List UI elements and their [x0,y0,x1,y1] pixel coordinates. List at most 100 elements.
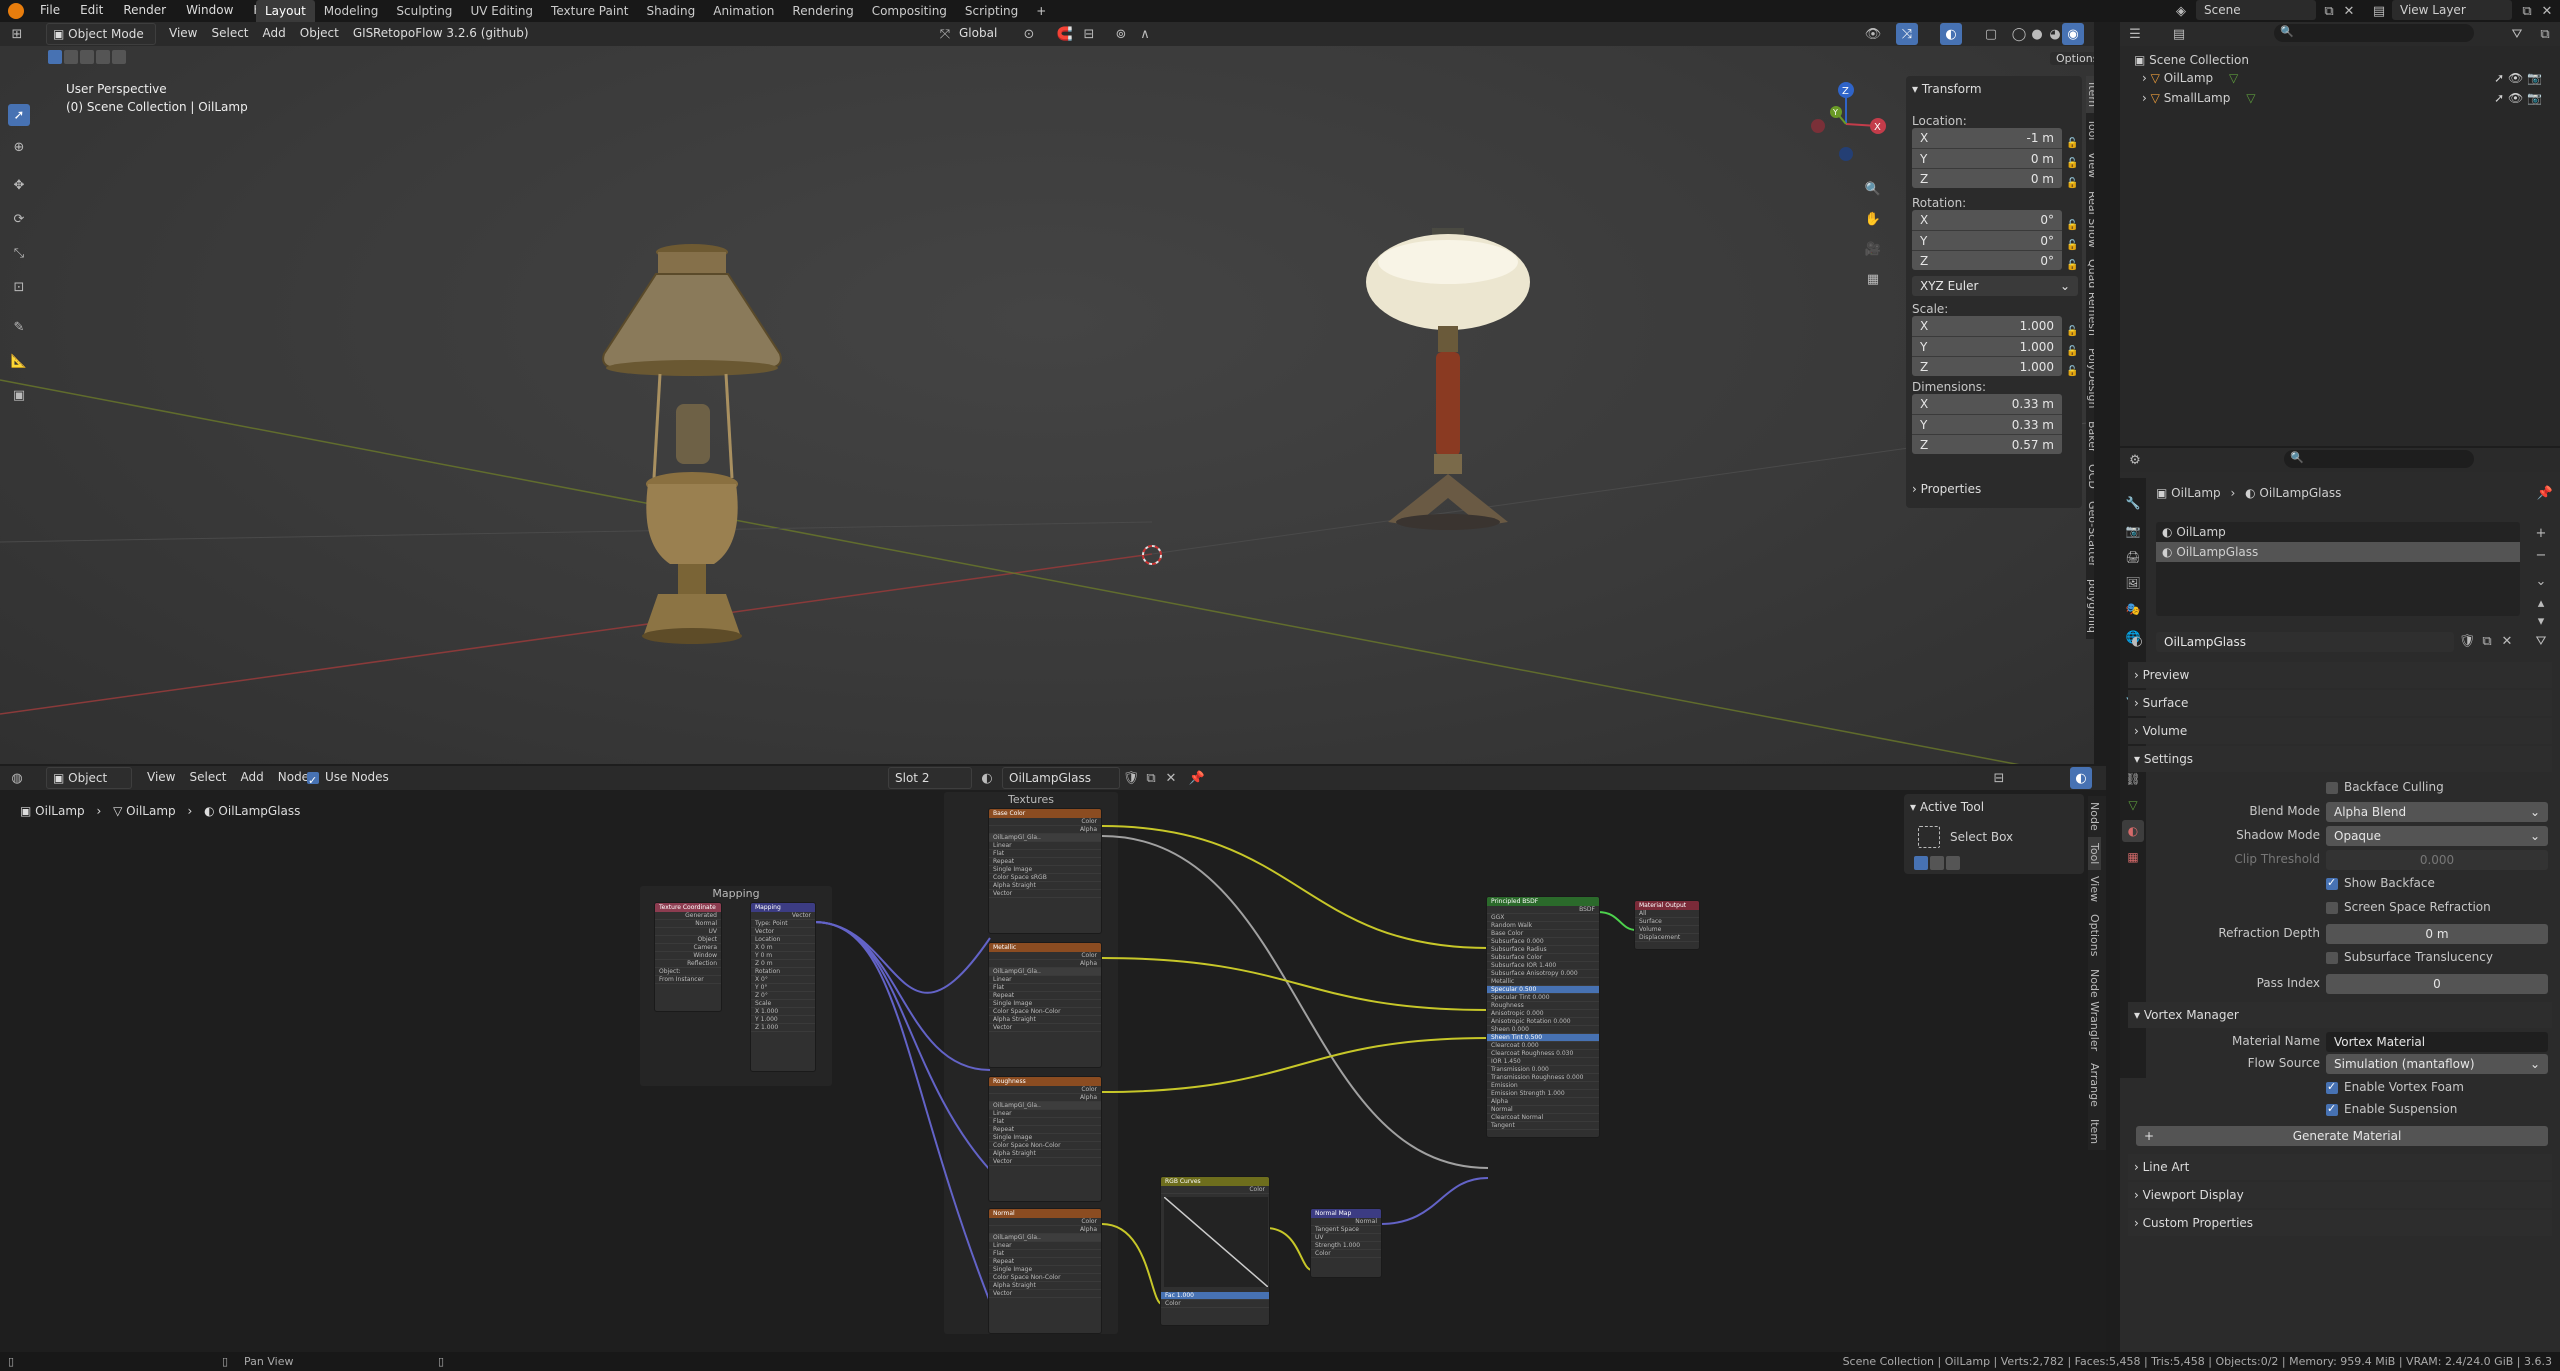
add-workspace-button[interactable]: + [1027,0,1055,22]
rotation-z-field[interactable]: Z 0° [1912,250,2062,270]
menu-file[interactable]: File [30,0,70,20]
image-texture-node-normal[interactable]: Normal Color Alpha OilLampGl_Gla.. Linea… [988,1208,1102,1334]
image-texture-node-base-color[interactable]: Base Color Color Alpha OilLampGl_Gla.. L… [988,808,1102,934]
line-art-section[interactable]: › Line Art [2128,1154,2552,1180]
mapping-node[interactable]: Mapping Vector Type: Point Vector Locati… [750,902,816,1072]
render-tab-icon[interactable]: 📷 [2122,520,2144,542]
lock-icon[interactable]: 🔓 [2066,154,2078,174]
active-tool-header[interactable]: ▾ Active Tool [1904,794,2084,820]
custom-properties-section[interactable]: › Custom Properties [2128,1210,2552,1236]
annotate-tool-icon[interactable]: ✎ [8,316,30,338]
side-tab-node-wrangler[interactable]: Node Wrangler [2088,963,2101,1057]
tab-texture-paint[interactable]: Texture Paint [542,0,637,22]
move-down-icon[interactable]: ▾ [2530,610,2552,632]
remove-slot-icon[interactable]: − [2530,544,2552,566]
material-slot-item[interactable]: ◐ OilLamp [2156,522,2520,542]
side-tab-item[interactable]: Item [2086,76,2094,114]
select-box-tool-icon[interactable]: ➚ [8,104,30,126]
view-layer-selector[interactable]: View Layer [2392,0,2512,20]
menu-window[interactable]: Window [176,0,243,20]
dimensions-x-field[interactable]: X 0.33 m [1912,394,2062,414]
view-layer-tab-icon[interactable]: 🖼 [2122,572,2144,594]
location-z-field[interactable]: Z 0 m [1912,168,2062,188]
side-tab-item[interactable]: Item [2088,1113,2101,1150]
lock-icon[interactable]: 🔓 [2066,256,2078,276]
rotate-tool-icon[interactable]: ⟳ [8,208,30,230]
backface-culling-checkbox[interactable]: Backface Culling [2326,780,2444,794]
fake-user-icon[interactable]: 🛡 [2456,630,2478,652]
refraction-depth-field[interactable]: 0 m [2326,924,2548,944]
tab-scripting[interactable]: Scripting [956,0,1027,22]
outliner-type-icon[interactable]: ☰ [2124,23,2146,45]
side-tab-ocd[interactable]: OCD [2086,458,2094,495]
delete-scene-icon[interactable]: ✕ [2338,0,2360,22]
transform-tool-icon[interactable]: ⊡ [8,276,30,298]
side-tab-arrange[interactable]: Arrange [2088,1057,2101,1113]
filter-icon[interactable]: ⛛ [2506,23,2528,45]
menu-render[interactable]: Render [113,0,176,20]
unlink-material-icon[interactable]: ✕ [2496,630,2518,652]
image-texture-node-roughness[interactable]: Roughness Color Alpha OilLampGl_Gla.. Li… [988,1076,1102,1202]
side-tab-geo-scatter[interactable]: Geo-Scatter [2086,495,2094,573]
rgb-curves-node[interactable]: RGB Curves Color Fac 1.000 Color [1160,1176,1270,1326]
side-tab-view[interactable]: View [2086,146,2094,184]
select-subtract-icon[interactable] [1946,856,1960,870]
side-tab-polydesign[interactable]: PolyDesign [2086,342,2094,415]
ortho-grid-icon[interactable]: ▦ [1862,268,1884,290]
scale-y-field[interactable]: Y 1.000 [1912,336,2062,356]
scale-tool-icon[interactable]: ⤡ [8,242,30,264]
zoom-icon[interactable]: 🔍 [1862,178,1884,200]
subsurface-translucency-checkbox[interactable]: Subsurface Translucency [2326,950,2493,964]
preview-section[interactable]: › Preview [2128,662,2552,688]
texture-coordinate-node[interactable]: Texture Coordinate Generated Normal UV O… [654,902,722,1012]
enable-vortex-foam-checkbox[interactable]: Enable Vortex Foam [2326,1080,2464,1094]
menu-edit[interactable]: Edit [70,0,113,20]
select-new-icon[interactable] [1914,856,1928,870]
new-collection-icon[interactable]: ⧉ [2534,23,2556,45]
scale-z-field[interactable]: Z 1.000 [1912,356,2062,376]
scene-selector[interactable]: Scene [2196,0,2316,20]
side-tab-real-snow[interactable]: Real Snow [2086,185,2094,254]
properties-search-input[interactable]: 🔍 [2284,450,2474,468]
lock-icon[interactable]: 🔓 [2066,216,2078,236]
move-tool-icon[interactable]: ✥ [8,174,30,196]
location-x-field[interactable]: X -1 m [1912,128,2062,148]
navigation-gizmo[interactable]: Z X Y [1806,78,1886,168]
dimensions-y-field[interactable]: Y 0.33 m [1912,414,2062,434]
show-backface-checkbox[interactable]: Show Backface [2326,876,2435,890]
view-layer-icon[interactable]: ▤ [2368,0,2390,22]
transform-header[interactable]: ▾ Transform [1906,76,2082,102]
add-cube-tool-icon[interactable]: ▣ [8,384,30,406]
side-tab-quad-remesh[interactable]: Quad Remesh [2086,253,2094,342]
surface-section[interactable]: › Surface [2128,690,2552,716]
side-tab-tool[interactable]: Tool [2086,113,2094,146]
link-icon[interactable]: ⛛ [2530,630,2552,652]
camera-view-icon[interactable]: 🎥 [1862,238,1884,260]
principled-bsdf-node[interactable]: Principled BSDF BSDF GGX Random Walk Bas… [1486,896,1600,1138]
lock-icon[interactable]: 🔓 [2066,342,2078,362]
blender-logo-icon[interactable] [8,3,24,19]
output-tab-icon[interactable]: 🖨 [2122,546,2144,568]
new-view-layer-icon[interactable]: ⧉ [2516,0,2538,22]
flow-source-dropdown[interactable]: Simulation (mantaflow) ⌄ [2326,1054,2548,1074]
screen-space-refraction-checkbox[interactable]: Screen Space Refraction [2326,900,2491,914]
rotation-mode-dropdown[interactable]: XYZ Euler ⌄ [1912,276,2078,296]
volume-section[interactable]: › Volume [2128,718,2552,744]
viewport-display-section[interactable]: › Viewport Display [2128,1182,2552,1208]
add-slot-icon[interactable]: + [2530,522,2552,544]
pin-icon[interactable]: 📌 [2534,482,2556,504]
visibility-icons[interactable]: ➚ 👁 📷 [2494,88,2542,108]
tab-modeling[interactable]: Modeling [315,0,388,22]
scene-icon[interactable]: ◈ [2170,0,2192,22]
rotation-y-field[interactable]: Y 0° [1912,230,2062,250]
vortex-manager-section[interactable]: ▾ Vortex Manager [2128,1002,2552,1028]
side-tab-options[interactable]: Options [2088,908,2101,962]
curve-graph[interactable] [1163,1196,1269,1288]
outliner-item-oillamp[interactable]: › ▽ OilLamp ▽ ➚ 👁 📷 [2142,68,2542,88]
tab-animation[interactable]: Animation [704,0,783,22]
rotation-x-field[interactable]: X 0° [1912,210,2062,230]
scene-tab-icon[interactable]: 🎭 [2122,598,2144,620]
vortex-material-field[interactable]: Vortex Material [2326,1032,2548,1052]
lock-icon[interactable]: 🔓 [2066,236,2078,256]
side-tab-polygoniq[interactable]: polygoniq [2086,573,2094,639]
